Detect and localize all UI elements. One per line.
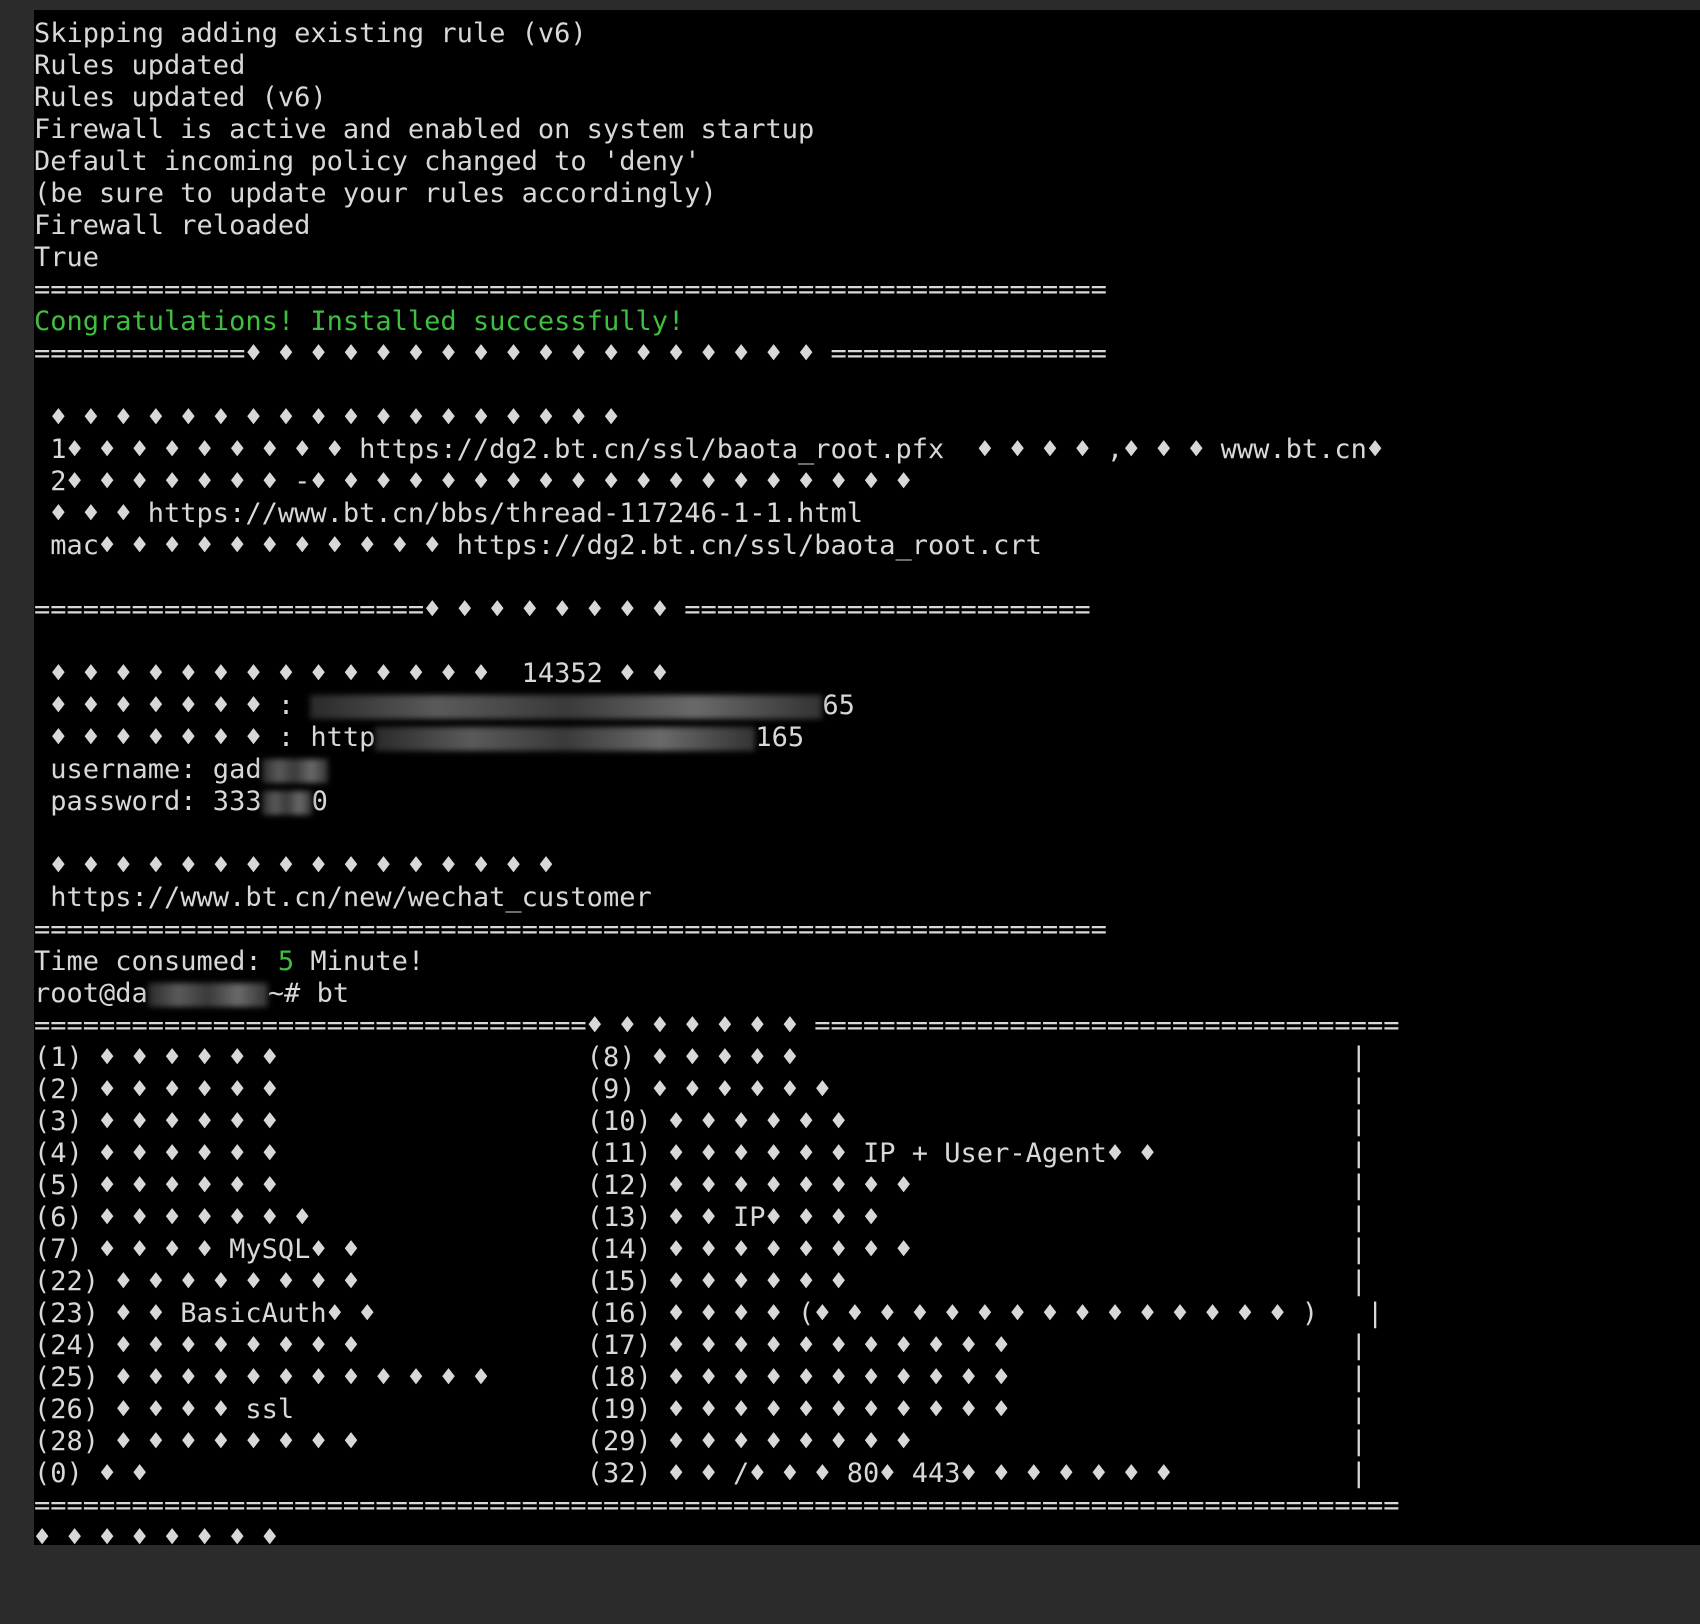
terminal-line: 2♦ ♦ ♦ ♦ ♦ ♦ ♦ -♦ ♦ ♦ ♦ ♦ ♦ ♦ ♦ ♦ ♦ ♦ ♦ … bbox=[34, 466, 912, 497]
terminal-line: True bbox=[34, 242, 100, 273]
line-text: 165 bbox=[755, 722, 805, 753]
menu-row: (7) ♦ ♦ ♦ ♦ MySQL♦ ♦ (14) ♦ ♦ ♦ ♦ ♦ ♦ ♦ … bbox=[34, 1234, 1367, 1265]
panel-address-line: ♦ ♦ ♦ ♦ ♦ ♦ ♦ : 65 bbox=[34, 690, 855, 722]
line-text: ♦ ♦ ♦ ♦ ♦ ♦ ♦ : http bbox=[34, 722, 376, 753]
menu-row: (26) ♦ ♦ ♦ ♦ ssl (19) ♦ ♦ ♦ ♦ ♦ ♦ ♦ ♦ ♦ … bbox=[34, 1394, 1367, 1425]
terminal-line: https://www.bt.cn/new/wechat_customer bbox=[34, 882, 652, 913]
minutes-value: 5 bbox=[277, 946, 295, 977]
redacted-region bbox=[261, 790, 312, 815]
success-message: Congratulations! Installed successfully! bbox=[34, 306, 685, 337]
menu-row: (2) ♦ ♦ ♦ ♦ ♦ ♦ (9) ♦ ♦ ♦ ♦ ♦ ♦ | bbox=[34, 1074, 1367, 1105]
menu-row: (28) ♦ ♦ ♦ ♦ ♦ ♦ ♦ ♦ (29) ♦ ♦ ♦ ♦ ♦ ♦ ♦ … bbox=[34, 1426, 1367, 1457]
terminal-line: 1♦ ♦ ♦ ♦ ♦ ♦ ♦ ♦ ♦ https://dg2.bt.cn/ssl… bbox=[34, 434, 1384, 465]
panel-address-line: ♦ ♦ ♦ ♦ ♦ ♦ ♦ : http 165 bbox=[34, 722, 804, 754]
menu-row: (24) ♦ ♦ ♦ ♦ ♦ ♦ ♦ ♦ (17) ♦ ♦ ♦ ♦ ♦ ♦ ♦ … bbox=[34, 1330, 1367, 1361]
redacted-region bbox=[375, 726, 756, 751]
password-line: password: 333 0 bbox=[34, 786, 328, 818]
time-consumed-line: Time consumed: 5 Minute! bbox=[34, 946, 424, 978]
terminal-line: ♦ ♦ ♦ ♦ ♦ ♦ ♦ ♦ ♦ ♦ ♦ ♦ ♦ ♦ ♦ ♦ bbox=[34, 850, 555, 881]
terminal-line: Skipping adding existing rule (v6) bbox=[34, 18, 587, 49]
redacted-region bbox=[310, 694, 823, 719]
line-text: Time consumed: bbox=[34, 946, 278, 977]
line-text: ♦ ♦ ♦ ♦ ♦ ♦ ♦ : bbox=[34, 690, 311, 721]
line-text: Minute! bbox=[294, 946, 425, 977]
separator-line: ==================================♦ ♦ ♦ … bbox=[34, 1010, 1400, 1041]
terminal-line: Default incoming policy changed to 'deny… bbox=[34, 146, 701, 177]
line-text: username: gad bbox=[34, 754, 262, 785]
menu-row: (25) ♦ ♦ ♦ ♦ ♦ ♦ ♦ ♦ ♦ ♦ ♦ ♦ (18) ♦ ♦ ♦ … bbox=[34, 1362, 1367, 1393]
shell-prompt: root@da ~# bt bbox=[34, 978, 349, 1010]
terminal-line: Rules updated bbox=[34, 50, 246, 81]
line-text: ~# bt bbox=[267, 978, 350, 1009]
separator-line: ========================♦ ♦ ♦ ♦ ♦ ♦ ♦ ♦ … bbox=[34, 594, 1091, 625]
line-text: root@da bbox=[34, 978, 148, 1009]
redacted-region bbox=[147, 982, 268, 1007]
line-text: password: 333 bbox=[34, 786, 262, 817]
terminal-line: mac♦ ♦ ♦ ♦ ♦ ♦ ♦ ♦ ♦ ♦ ♦ https://dg2.bt.… bbox=[34, 530, 1042, 561]
menu-row: (0) ♦ ♦ (32) ♦ ♦ /♦ ♦ ♦ 80♦ 443♦ ♦ ♦ ♦ ♦… bbox=[34, 1458, 1367, 1489]
terminal-line: ♦ ♦ ♦ ♦ ♦ ♦ ♦ ♦ ♦ ♦ ♦ ♦ ♦ ♦ ♦ ♦ ♦ ♦ bbox=[34, 402, 620, 433]
separator-line: =============♦ ♦ ♦ ♦ ♦ ♦ ♦ ♦ ♦ ♦ ♦ ♦ ♦ ♦… bbox=[34, 338, 1107, 369]
line-text: ♦ ♦ ♦ ♦ ♦ ♦ ♦ ♦ bbox=[34, 1522, 278, 1545]
terminal-line: Firewall is active and enabled on system… bbox=[34, 114, 815, 145]
terminal-line: (be sure to update your rules accordingl… bbox=[34, 178, 717, 209]
menu-row: (6) ♦ ♦ ♦ ♦ ♦ ♦ ♦ (13) ♦ ♦ IP♦ ♦ ♦ ♦ | bbox=[34, 1202, 1367, 1233]
terminal-line: Firewall reloaded bbox=[34, 210, 311, 241]
menu-row: (22) ♦ ♦ ♦ ♦ ♦ ♦ ♦ ♦ (15) ♦ ♦ ♦ ♦ ♦ ♦ | bbox=[34, 1266, 1367, 1297]
terminal-line: ♦ ♦ ♦ https://www.bt.cn/bbs/thread-11724… bbox=[34, 498, 864, 529]
menu-row: (3) ♦ ♦ ♦ ♦ ♦ ♦ (10) ♦ ♦ ♦ ♦ ♦ ♦ | bbox=[34, 1106, 1367, 1137]
redacted-region bbox=[261, 758, 328, 783]
menu-row: (5) ♦ ♦ ♦ ♦ ♦ ♦ (12) ♦ ♦ ♦ ♦ ♦ ♦ ♦ ♦ | bbox=[34, 1170, 1367, 1201]
separator-line: ========================================… bbox=[34, 914, 1107, 945]
menu-row: (23) ♦ ♦ BasicAuth♦ ♦ (16) ♦ ♦ ♦ ♦ (♦ ♦ … bbox=[34, 1298, 1384, 1329]
menu-row: (1) ♦ ♦ ♦ ♦ ♦ ♦ (8) ♦ ♦ ♦ ♦ ♦ | bbox=[34, 1042, 1367, 1073]
menu-row: (4) ♦ ♦ ♦ ♦ ♦ ♦ (11) ♦ ♦ ♦ ♦ ♦ ♦ IP + Us… bbox=[34, 1138, 1367, 1169]
line-text: 65 bbox=[822, 690, 855, 721]
terminal-line: Rules updated (v6) bbox=[34, 82, 327, 113]
line-text: 0 bbox=[311, 786, 328, 817]
input-prompt[interactable]: ♦ ♦ ♦ ♦ ♦ ♦ ♦ ♦ bbox=[34, 1522, 298, 1545]
separator-line: ========================================… bbox=[34, 1490, 1400, 1521]
terminal-line: ♦ ♦ ♦ ♦ ♦ ♦ ♦ ♦ ♦ ♦ ♦ ♦ ♦ ♦ 14352 ♦ ♦ bbox=[34, 658, 668, 689]
terminal-window[interactable]: Skipping adding existing rule (v6) Rules… bbox=[34, 10, 1700, 1545]
separator-line: ========================================… bbox=[34, 274, 1107, 305]
username-line: username: gad bbox=[34, 754, 328, 786]
